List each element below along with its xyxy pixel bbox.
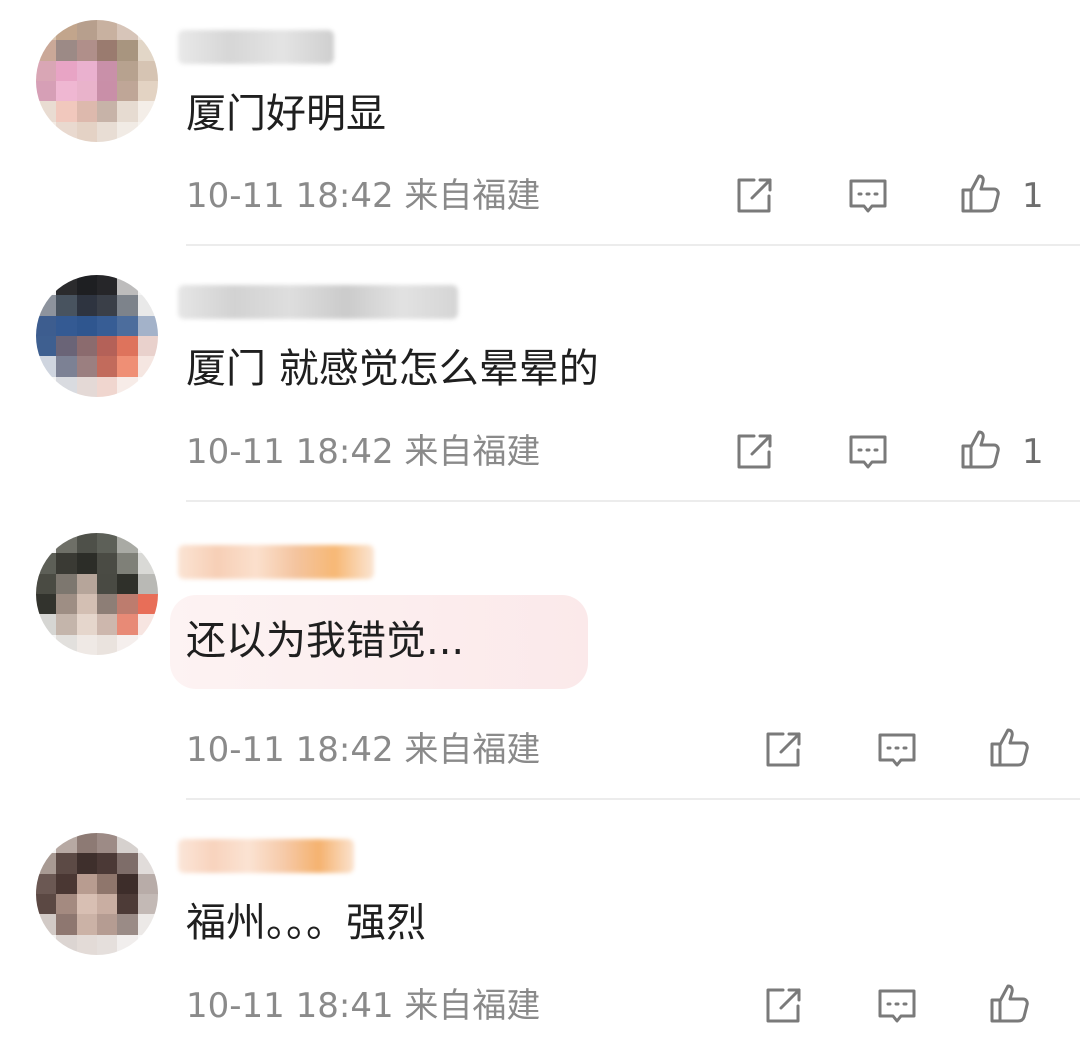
comment-icon xyxy=(849,435,887,469)
like-button[interactable] xyxy=(987,724,1033,770)
share-icon xyxy=(737,178,772,213)
reply-button[interactable] xyxy=(874,983,920,1029)
avatar[interactable] xyxy=(36,20,158,142)
share-icon xyxy=(766,988,801,1023)
share-button[interactable] xyxy=(731,173,777,219)
comment-meta: 10-11 18:42 来自福建 xyxy=(186,176,541,216)
like-button[interactable] xyxy=(987,980,1033,1026)
comment-text: 福州。。。强烈 xyxy=(186,900,426,946)
comment-icon xyxy=(849,179,887,213)
thumbs-up-icon xyxy=(961,174,1000,213)
share-icon xyxy=(766,732,801,767)
like-button[interactable] xyxy=(958,170,1004,216)
comment-icon xyxy=(878,733,916,767)
share-icon xyxy=(737,434,772,469)
reply-button[interactable] xyxy=(845,429,891,475)
comment-meta: 10-11 18:41 来自福建 xyxy=(186,986,541,1026)
comment-text: 还以为我错觉... xyxy=(186,618,465,664)
share-button[interactable] xyxy=(760,983,806,1029)
comment-text: 厦门好明显 xyxy=(186,91,386,137)
avatar[interactable] xyxy=(36,533,158,655)
username[interactable] xyxy=(178,839,354,873)
comment-item: 还以为我错觉... 10-11 18:42 来自福建 xyxy=(0,501,1080,800)
comment-item: 厦门 就感觉怎么晕晕的 10-11 18:42 来自福建 1 xyxy=(0,245,1080,502)
comment-item: 厦门好明显 10-11 18:42 来自福建 1 xyxy=(0,0,1080,246)
share-button[interactable] xyxy=(760,727,806,773)
share-button[interactable] xyxy=(731,429,777,475)
reply-button[interactable] xyxy=(874,727,920,773)
thumbs-up-icon xyxy=(990,728,1029,767)
username[interactable] xyxy=(178,285,458,319)
like-count: 1 xyxy=(1022,432,1044,472)
like-button[interactable] xyxy=(958,426,1004,472)
thumbs-up-icon xyxy=(990,984,1029,1023)
comment-meta: 10-11 18:42 来自福建 xyxy=(186,730,541,770)
comment-meta: 10-11 18:42 来自福建 xyxy=(186,432,541,472)
comment-text: 厦门 就感觉怎么晕晕的 xyxy=(186,346,599,392)
thumbs-up-icon xyxy=(961,430,1000,469)
username[interactable] xyxy=(178,30,334,64)
like-count: 1 xyxy=(1022,176,1044,216)
username[interactable] xyxy=(178,545,374,579)
comment-icon xyxy=(878,989,916,1023)
comment-item: 福州。。。强烈 10-11 18:41 来自福建 xyxy=(0,799,1080,1048)
avatar[interactable] xyxy=(36,833,158,955)
avatar[interactable] xyxy=(36,275,158,397)
reply-button[interactable] xyxy=(845,173,891,219)
